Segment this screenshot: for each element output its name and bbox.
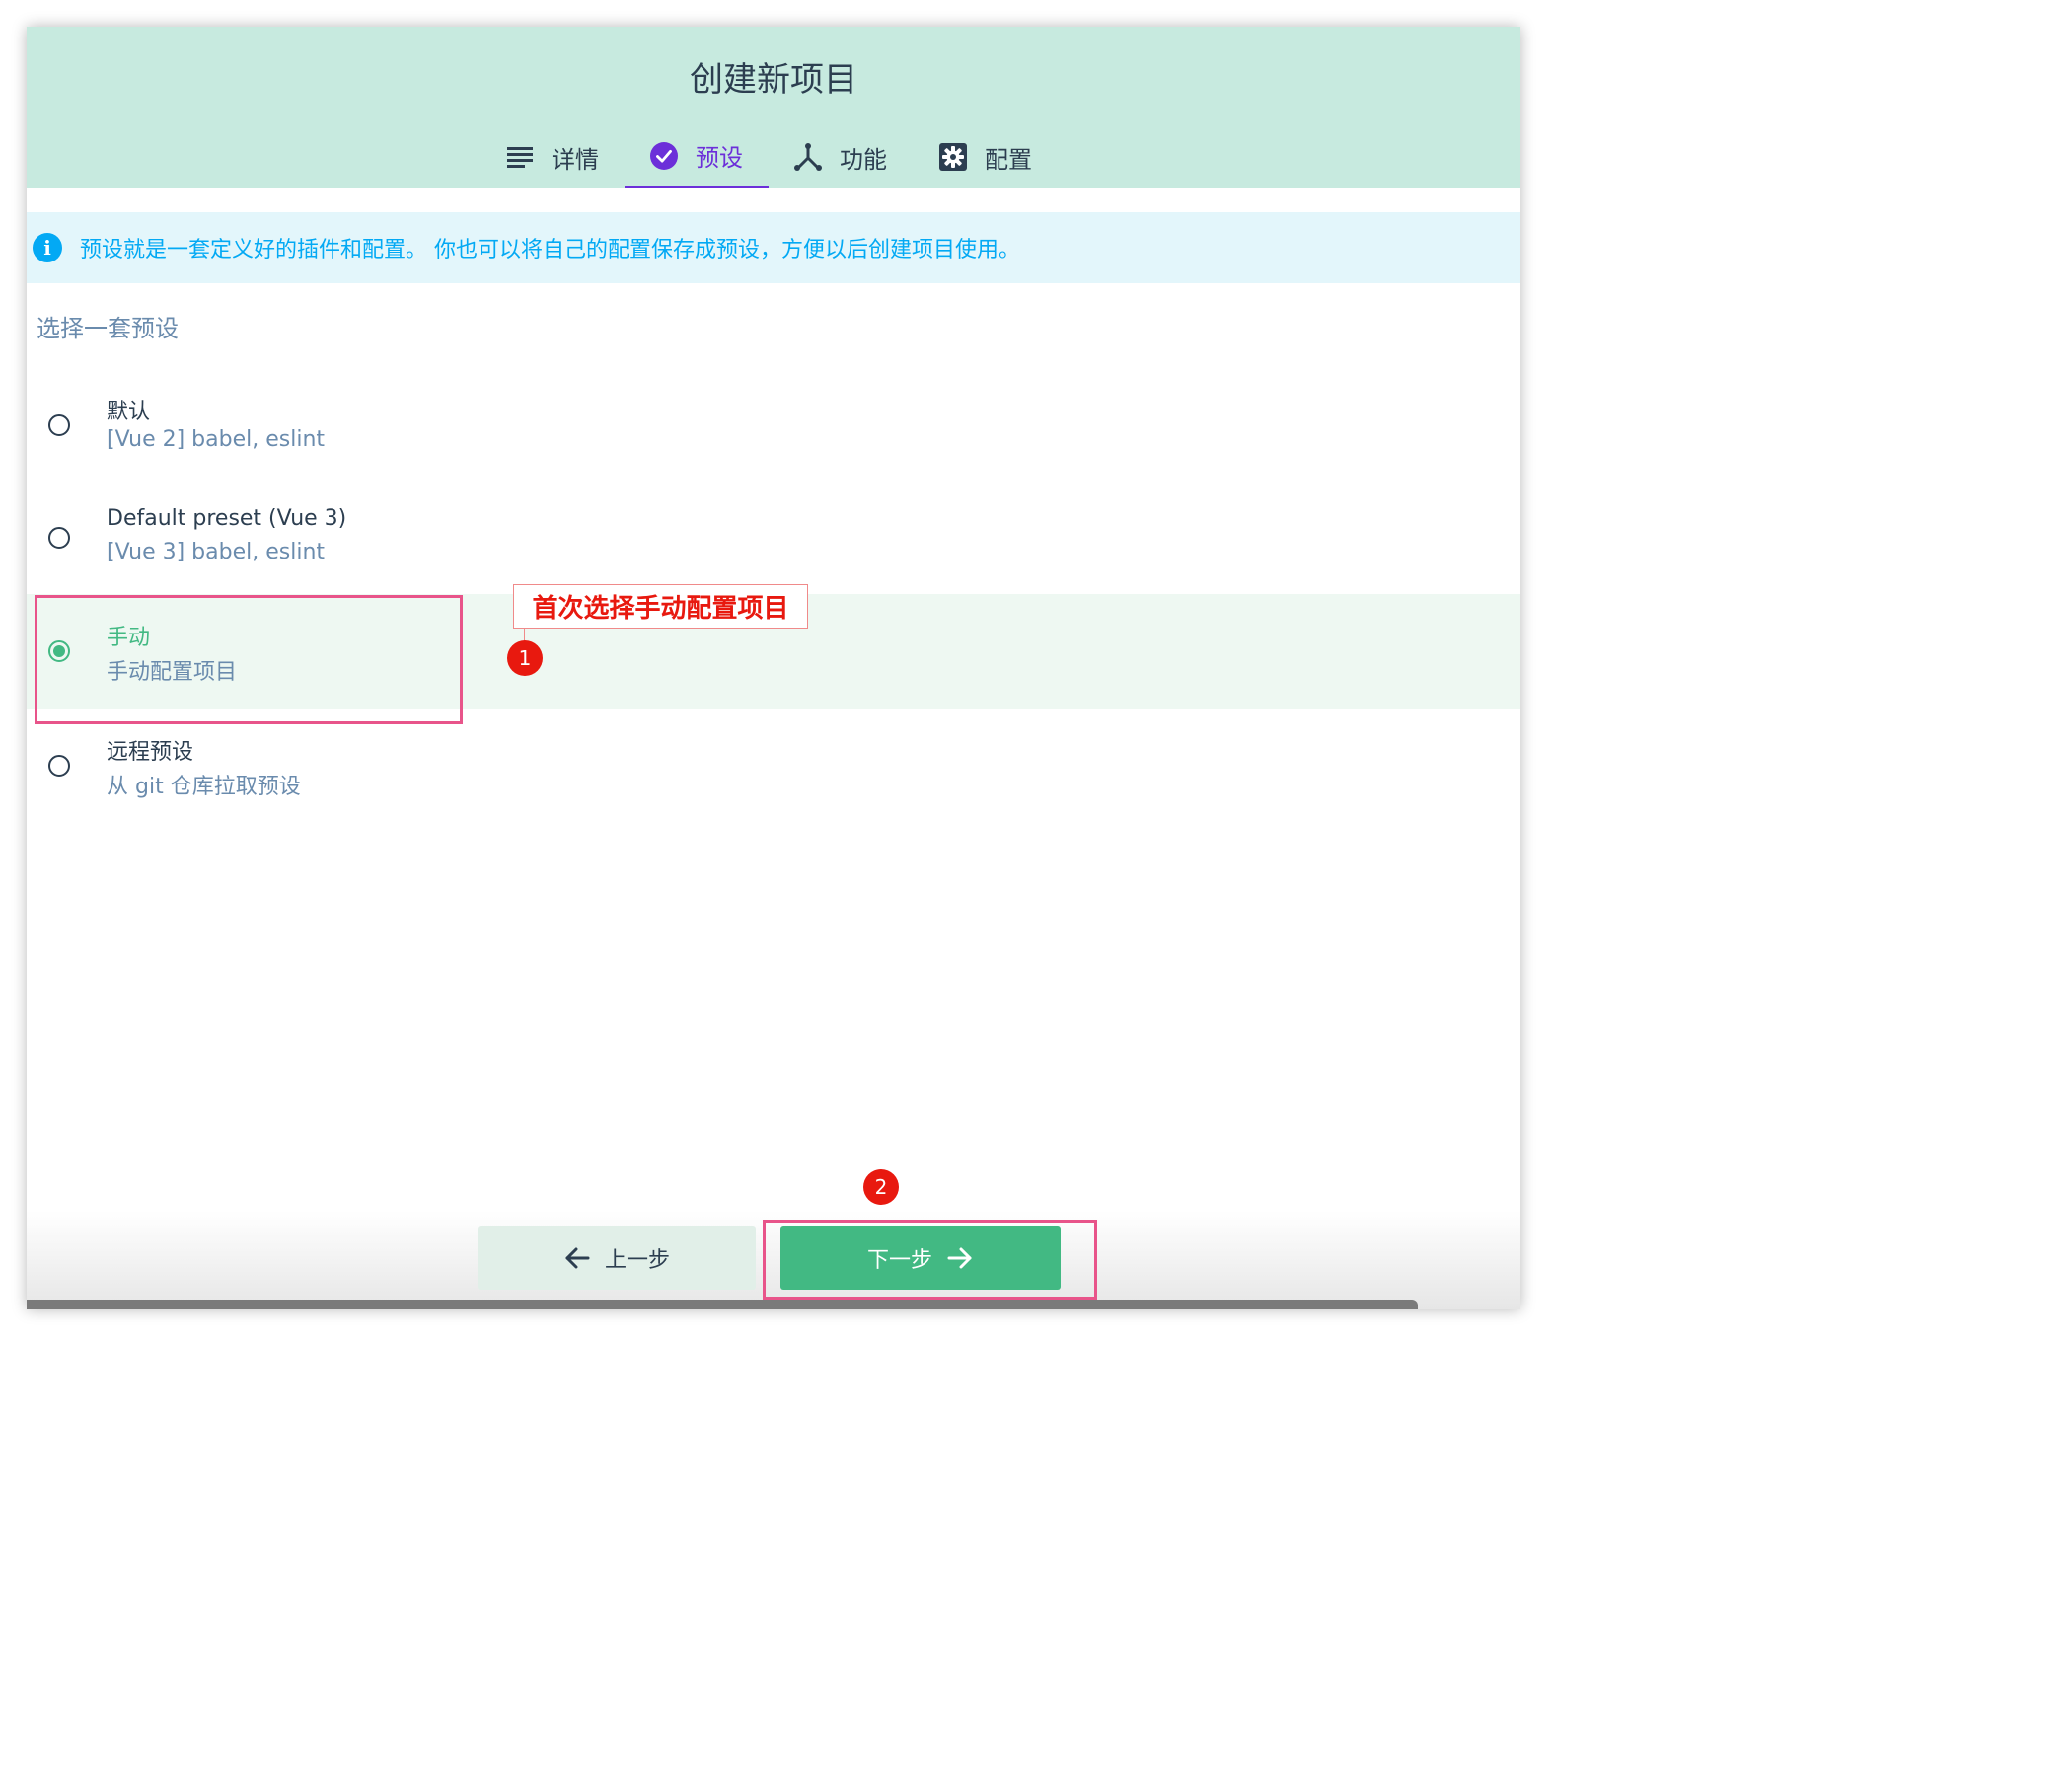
create-project-window: 创建新项目 详情 预设 功能 配置 i 预设就是一套定义好的插件和配置。 你也可… <box>27 27 1520 1309</box>
preset-option-remote[interactable]: 远程预设 从 git 仓库拉取预设 <box>27 709 1520 822</box>
option-name: Default preset (Vue 3) <box>107 506 347 531</box>
tab-details[interactable]: 详情 <box>506 125 605 188</box>
tab-config[interactable]: 配置 <box>939 125 1048 188</box>
annotation-badge-2: 2 <box>863 1169 899 1205</box>
horizontal-scrollbar[interactable] <box>27 1300 1418 1309</box>
section-title: 选择一套预设 <box>37 315 179 342</box>
option-name: 默认 <box>107 400 151 424</box>
option-desc: 从 git 仓库拉取预设 <box>107 775 301 799</box>
tab-presets[interactable]: 预设 <box>625 125 769 188</box>
radio-button[interactable] <box>48 755 70 777</box>
tab-label: 配置 <box>985 145 1032 174</box>
check-circle-icon <box>650 141 678 170</box>
tab-features[interactable]: 功能 <box>794 125 903 188</box>
annotation-highlight-box-next <box>763 1220 1097 1300</box>
list-icon <box>506 143 534 171</box>
page-title: 创建新项目 <box>690 60 857 100</box>
option-desc: [Vue 3] babel, eslint <box>107 540 326 564</box>
annotation-label: 首次选择手动配置项目 <box>513 584 808 629</box>
header: 创建新项目 详情 预设 功能 配置 <box>27 27 1520 188</box>
fork-icon <box>794 143 822 171</box>
gear-icon <box>939 143 967 171</box>
tab-label: 功能 <box>840 145 887 174</box>
tab-label: 预设 <box>696 144 743 172</box>
info-icon: i <box>33 233 62 262</box>
option-desc: [Vue 2] babel, eslint <box>107 427 326 452</box>
option-name: 远程预设 <box>107 740 194 765</box>
radio-button[interactable] <box>48 414 70 436</box>
previous-button[interactable]: 上一步 <box>478 1226 756 1290</box>
preset-option-vue3[interactable]: Default preset (Vue 3) [Vue 3] babel, es… <box>27 481 1520 593</box>
step-tabs: 详情 预设 功能 配置 <box>27 125 1520 188</box>
tab-label: 详情 <box>552 145 599 174</box>
info-banner: i 预设就是一套定义好的插件和配置。 你也可以将自己的配置保存成预设，方便以后创… <box>27 212 1520 283</box>
annotation-highlight-box <box>35 595 463 724</box>
preset-option-default[interactable]: 默认 [Vue 2] babel, eslint <box>27 368 1520 481</box>
info-text: 预设就是一套定义好的插件和配置。 你也可以将自己的配置保存成预设，方便以后创建项… <box>80 238 1020 262</box>
previous-button-label: 上一步 <box>604 1247 670 1273</box>
radio-button[interactable] <box>48 527 70 549</box>
arrow-left-icon <box>563 1244 591 1272</box>
annotation-badge-1: 1 <box>507 640 543 676</box>
